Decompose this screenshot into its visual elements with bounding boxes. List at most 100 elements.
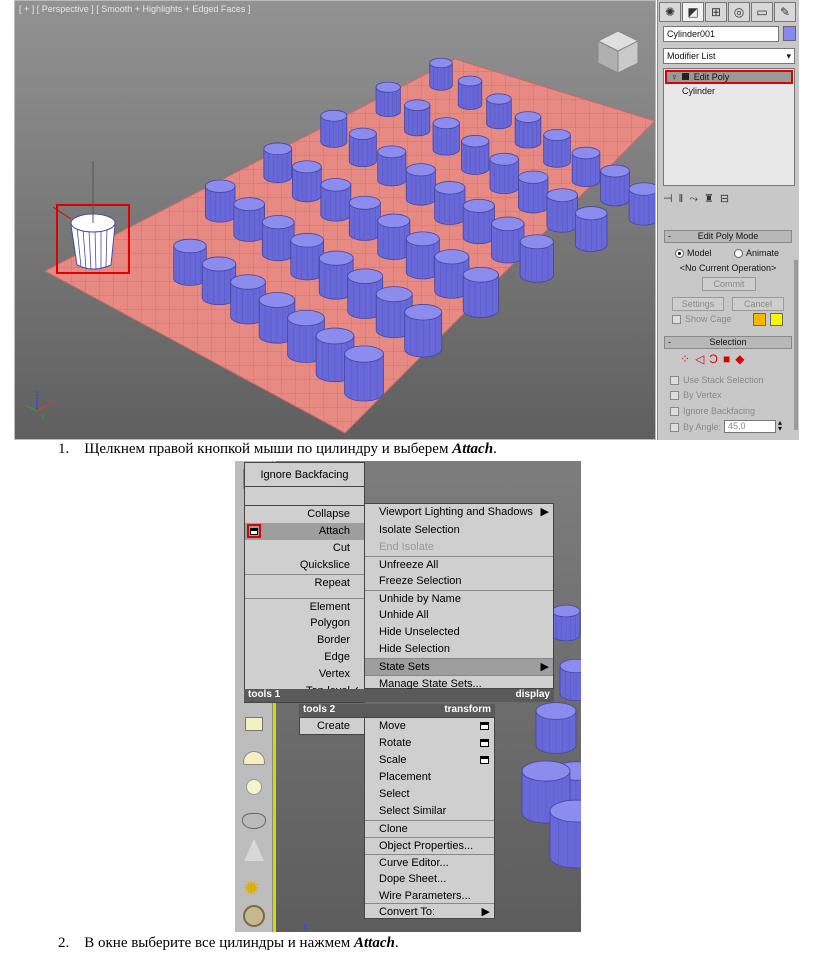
menu-item-collapse[interactable]: Collapse: [245, 506, 364, 523]
menu-item-ignore-backfacing[interactable]: Ignore Backfacing: [244, 462, 365, 487]
menu-item-vertex[interactable]: Vertex: [245, 666, 364, 683]
selection-rollout[interactable]: - Selection: [664, 336, 792, 349]
menu-item-create[interactable]: Create: [300, 718, 364, 735]
motion-tab[interactable]: ◎: [728, 2, 750, 22]
vertex-icon[interactable]: ⁘: [680, 352, 695, 366]
cylinder[interactable]: [204, 179, 236, 223]
settings-window-icon[interactable]: [480, 756, 489, 764]
cylinder[interactable]: [551, 604, 581, 642]
cylinder[interactable]: [290, 232, 325, 281]
cylinder[interactable]: [377, 145, 407, 187]
utilities-tab[interactable]: ✎: [774, 2, 796, 22]
cylinder[interactable]: [377, 213, 411, 261]
menu-item-unhide-all[interactable]: Unhide All: [365, 607, 553, 624]
use-stack-selection-checkbox[interactable]: [670, 376, 679, 385]
stack-item-cylinder[interactable]: Cylinder: [682, 85, 715, 97]
sphere-icon[interactable]: [246, 779, 262, 795]
menu-item-cut[interactable]: Cut: [245, 540, 364, 557]
by-angle-spinner[interactable]: 45,0: [724, 420, 776, 433]
menu-item-state-sets[interactable]: State Sets ▶: [365, 658, 553, 675]
menu-item-polygon[interactable]: Polygon: [245, 615, 364, 632]
modifier-list-dropdown[interactable]: Modifier List ▾: [663, 48, 795, 64]
cylinder[interactable]: [457, 75, 483, 110]
cylinder[interactable]: [535, 702, 577, 754]
menu-item-rotate[interactable]: Rotate: [365, 735, 494, 752]
cylinder[interactable]: [571, 146, 601, 187]
viewcube-icon[interactable]: [596, 30, 640, 74]
panel-scrollbar[interactable]: [794, 260, 798, 430]
polygon-icon[interactable]: ■: [723, 352, 735, 366]
cylinder[interactable]: [628, 182, 656, 226]
menu-item-select[interactable]: Select: [365, 786, 494, 803]
menu-item-convert-to[interactable]: Convert To: ▶: [365, 903, 494, 920]
cylinder[interactable]: [348, 195, 381, 241]
settings-window-icon[interactable]: [480, 739, 489, 747]
cylinder[interactable]: [546, 188, 578, 233]
render-icon[interactable]: [243, 905, 265, 927]
cylinder[interactable]: [543, 128, 571, 168]
settings-window-icon[interactable]: [480, 722, 489, 730]
cylinder[interactable]: [514, 111, 542, 149]
cancel-button[interactable]: Cancel: [732, 297, 784, 311]
cylinder[interactable]: [348, 127, 377, 168]
cylinder[interactable]: [574, 206, 608, 252]
menu-item-placement[interactable]: Placement: [365, 769, 494, 786]
cylinder[interactable]: [429, 57, 453, 91]
menu-item-curve-editor[interactable]: Curve Editor...: [365, 854, 494, 871]
cone-icon[interactable]: [244, 839, 264, 861]
menu-item-object-properties[interactable]: Object Properties...: [365, 837, 494, 854]
hierarchy-tab[interactable]: ⊞: [705, 2, 727, 22]
cylinder[interactable]: [320, 109, 348, 148]
configure-modifier-sets-icon[interactable]: ⊟: [720, 193, 735, 205]
cylinder[interactable]: [344, 345, 384, 402]
by-vertex-checkbox[interactable]: [670, 391, 679, 400]
cylinder[interactable]: [404, 99, 431, 137]
menu-item-scale[interactable]: Scale: [365, 752, 494, 769]
show-cage-checkbox[interactable]: [672, 315, 681, 324]
menu-item-repeat[interactable]: Repeat: [245, 574, 364, 591]
spinner-arrows-icon[interactable]: ▴ ▾: [778, 419, 782, 433]
cage-color-swatch-1[interactable]: [753, 313, 766, 326]
cylinder[interactable]: [518, 170, 549, 214]
menu-item-border[interactable]: Border: [245, 632, 364, 649]
cylinder[interactable]: [486, 93, 512, 130]
cylinder[interactable]: [261, 215, 295, 262]
menu-item-attach[interactable]: Attach: [245, 523, 364, 540]
cylinder[interactable]: [405, 163, 436, 206]
material-icon[interactable]: [242, 813, 266, 829]
menu-item-element[interactable]: Element: [245, 598, 364, 615]
edit-poly-mode-rollout[interactable]: - Edit Poly Mode: [664, 230, 792, 243]
cylinder[interactable]: [559, 658, 581, 702]
pin-stack-icon[interactable]: ⊣: [663, 193, 679, 205]
remove-modifier-icon[interactable]: ♜: [704, 193, 720, 205]
menu-item-viewport-lighting-and-shadows[interactable]: Viewport Lighting and Shadows ▶: [365, 504, 553, 521]
cylinder[interactable]: [233, 197, 265, 242]
object-name-field[interactable]: Cylinder001: [663, 26, 779, 42]
make-unique-icon[interactable]: ⤳: [689, 193, 704, 205]
sun-light-icon[interactable]: ✹: [243, 879, 265, 899]
cylinder[interactable]: [462, 266, 499, 318]
stack-item-edit-poly[interactable]: ♀ Edit Poly: [665, 70, 793, 84]
cage-color-swatch-2[interactable]: [770, 313, 783, 326]
cylinder[interactable]: [320, 178, 352, 222]
menu-item-unfreeze-all[interactable]: Unfreeze All: [365, 556, 553, 573]
object-color-swatch[interactable]: [783, 26, 796, 41]
cylinder[interactable]: [600, 164, 630, 207]
show-end-result-icon[interactable]: ‖: [679, 193, 690, 205]
cylinder[interactable]: [434, 181, 466, 225]
display-tab[interactable]: ▭: [751, 2, 773, 22]
menu-item-edge[interactable]: Edge: [245, 649, 364, 666]
menu-item-dope-sheet[interactable]: Dope Sheet...: [365, 871, 494, 888]
cylinder[interactable]: [263, 142, 293, 183]
by-angle-checkbox[interactable]: [670, 423, 679, 432]
settings-button[interactable]: Settings: [672, 297, 724, 311]
create-tab[interactable]: ✺: [659, 2, 681, 22]
menu-item-hide-selection[interactable]: Hide Selection: [365, 641, 553, 658]
box-icon[interactable]: [245, 717, 263, 731]
menu-item-end-isolate[interactable]: End Isolate: [365, 539, 553, 556]
element-icon[interactable]: ◆: [735, 352, 749, 366]
cylinder[interactable]: [375, 81, 401, 118]
edge-icon[interactable]: ◁: [695, 352, 709, 366]
menu-item-isolate-selection[interactable]: Isolate Selection: [365, 522, 553, 539]
cylinder[interactable]: [291, 160, 322, 203]
